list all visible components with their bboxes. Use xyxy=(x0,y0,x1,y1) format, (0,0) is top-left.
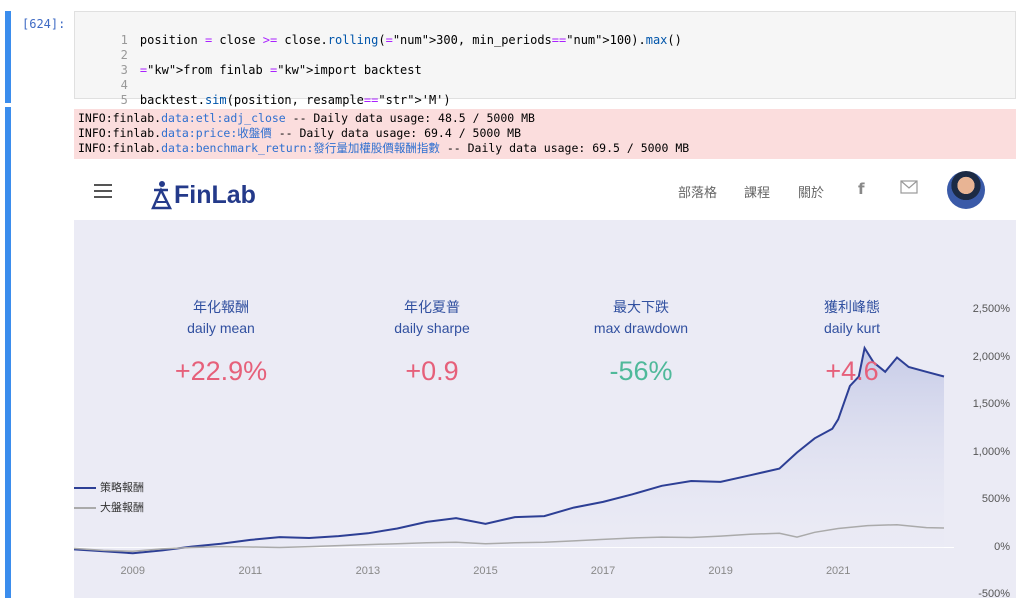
x-tick-label: 2013 xyxy=(355,564,381,577)
legend-swatch xyxy=(74,487,96,489)
chart-svg xyxy=(74,345,954,555)
info-module: data:price:收盤價 xyxy=(161,126,272,140)
info-line: INFO:finlab.data:etl:adj_close -- Daily … xyxy=(78,111,535,126)
info-module: data:benchmark_return:發行量加權股價報酬指數 xyxy=(161,141,440,155)
flask-icon xyxy=(151,181,173,210)
cell-prompt: [624]: xyxy=(22,17,66,31)
y-tick-label: 0% xyxy=(994,540,1010,553)
performance-chart: 年化報酬 daily mean +22.9% 年化夏普 daily sharpe… xyxy=(74,220,1016,600)
info-rest: -- Daily data usage: 69.5 / 5000 MB xyxy=(439,141,690,155)
legend-label: 策略報酬 xyxy=(100,481,144,494)
y-tick-label: -500% xyxy=(978,588,1010,600)
code-text: backtest.sim(position, resample=="str">'… xyxy=(139,93,451,107)
code-line-1: 1 position = close >= close.rolling(="num… xyxy=(75,18,682,47)
code-line-4: 4 xyxy=(75,63,140,92)
stat-sharpe: 年化夏普 daily sharpe +0.9 xyxy=(357,298,507,387)
y-tick-label: 500% xyxy=(981,493,1010,505)
finlab-logo[interactable]: FinLab xyxy=(148,175,256,211)
input-cell-marker[interactable] xyxy=(5,11,11,103)
stat-subtitle: daily sharpe xyxy=(394,320,470,336)
x-tick-label: 2011 xyxy=(238,564,263,577)
info-rest: -- Daily data usage: 69.4 / 5000 MB xyxy=(271,126,522,140)
legend-swatch xyxy=(74,507,96,509)
info-prefix: INFO:finlab. xyxy=(78,141,162,155)
code-text: position = close >= close.rolling(="num"… xyxy=(139,33,682,47)
stat-title: 最大下跌 xyxy=(613,300,669,316)
x-tick-label: 2021 xyxy=(825,564,851,577)
legend-benchmark[interactable]: 大盤報酬 xyxy=(74,499,144,515)
mail-icon[interactable] xyxy=(900,180,918,198)
x-tick-label: 2009 xyxy=(120,564,146,577)
stat-subtitle: max drawdown xyxy=(593,320,689,336)
info-rest: -- Daily data usage: 48.5 / 5000 MB xyxy=(285,111,535,125)
y-tick-label: 1,500% xyxy=(972,398,1010,410)
logo-text: FinLab xyxy=(174,181,256,209)
facebook-icon[interactable]: f xyxy=(858,180,865,198)
code-editor[interactable]: 1 position = close >= close.rolling(="num… xyxy=(74,11,1016,107)
stat-value: +0.9 xyxy=(405,356,459,386)
x-tick-label: 2015 xyxy=(473,564,498,577)
legend-strategy[interactable]: 策略報酬 xyxy=(74,479,144,495)
stat-value: +4.6 xyxy=(825,356,879,386)
output-cell-marker[interactable] xyxy=(5,107,11,598)
info-prefix: INFO:finlab. xyxy=(78,111,162,125)
stat-title: 獲利峰態 xyxy=(824,300,880,316)
stat-value: -56% xyxy=(609,356,673,386)
y-tick-label: 1,000% xyxy=(972,445,1010,458)
backtest-report: FinLab 部落格 課程 關於 f 年化報酬 daily mean +22.9… xyxy=(74,166,1016,600)
code-line-2: 2 xyxy=(75,33,140,62)
legend-label: 大盤報酬 xyxy=(100,501,144,514)
info-line: INFO:finlab.data:price:收盤價 -- Daily data… xyxy=(78,126,521,141)
info-module: data:etl:adj_close xyxy=(161,111,286,125)
stat-value: +22.9% xyxy=(174,356,268,386)
stderr-output: INFO:finlab.data:etl:adj_close -- Daily … xyxy=(74,109,1016,159)
code-line-3: 3 ="kw">from finlab ="kw">import backtest xyxy=(75,48,422,77)
avatar[interactable] xyxy=(947,171,985,209)
hamburger-menu-icon[interactable] xyxy=(94,184,112,198)
report-header: FinLab 部落格 課程 關於 f xyxy=(74,166,1016,220)
stat-subtitle: daily kurt xyxy=(823,320,881,336)
stat-max-drawdown: 最大下跌 max drawdown -56% xyxy=(566,298,716,387)
code-text: ="kw">from finlab ="kw">import backtest xyxy=(139,63,422,77)
y-tick-label: 2,000% xyxy=(972,350,1010,363)
info-line: INFO:finlab.data:benchmark_return:發行量加權股… xyxy=(78,141,689,156)
nav-courses[interactable]: 課程 xyxy=(744,182,770,201)
line-number: 5 xyxy=(120,93,128,107)
stat-title: 年化報酬 xyxy=(193,300,249,316)
stat-subtitle: daily mean xyxy=(187,320,255,336)
y-tick-label: 2,500% xyxy=(972,303,1010,315)
stat-kurtosis: 獲利峰態 daily kurt +4.6 xyxy=(777,298,927,387)
stat-title: 年化夏普 xyxy=(404,300,460,316)
x-tick-label: 2017 xyxy=(590,564,616,577)
stat-annual-return: 年化報酬 daily mean +22.9% xyxy=(146,298,296,387)
x-tick-label: 2019 xyxy=(708,564,733,577)
nav-about[interactable]: 關於 xyxy=(798,182,824,201)
code-line-5: 5 backtest.sim(position, resample=="str">… xyxy=(75,78,451,107)
info-prefix: INFO:finlab. xyxy=(78,126,162,140)
nav-blog[interactable]: 部落格 xyxy=(678,182,717,201)
